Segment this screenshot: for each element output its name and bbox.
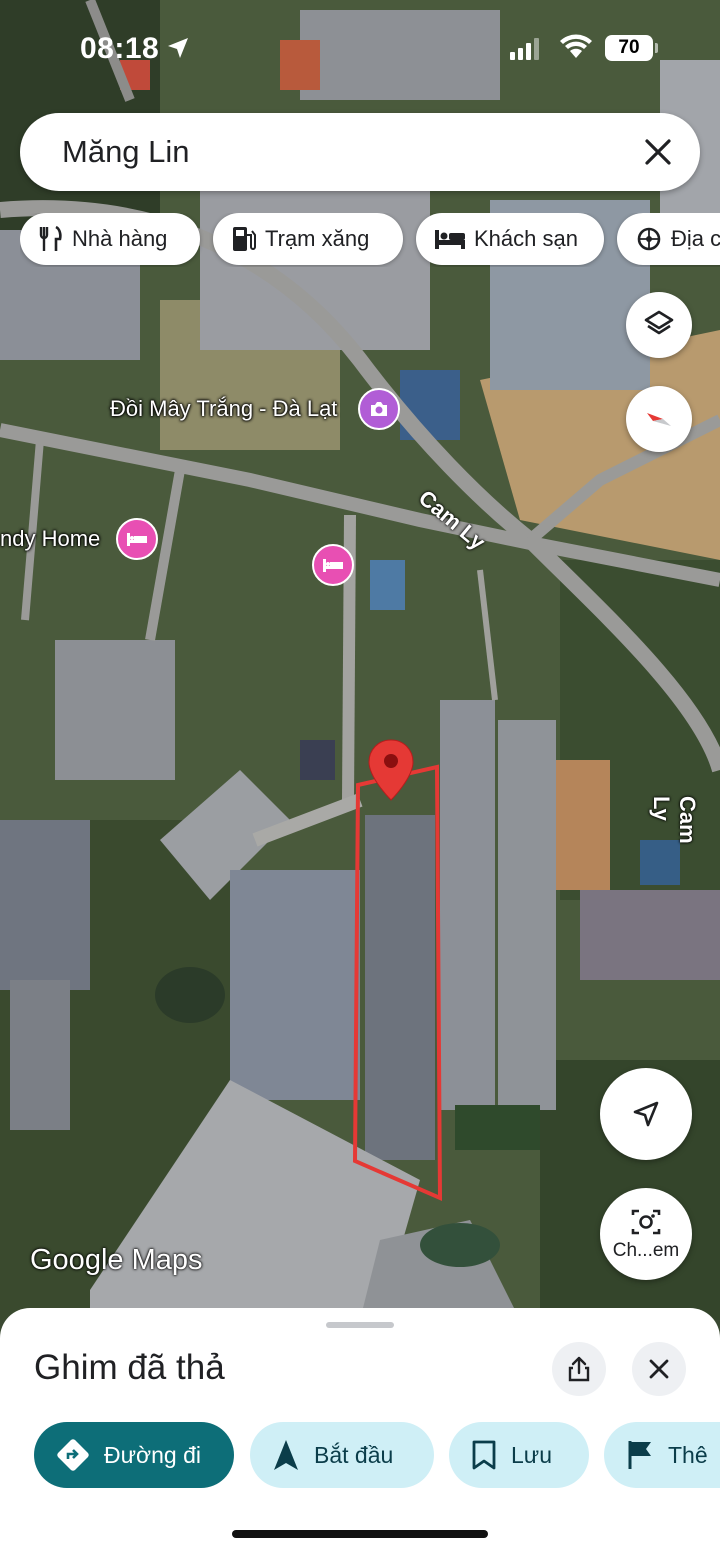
share-button[interactable] bbox=[552, 1342, 606, 1396]
share-icon bbox=[568, 1356, 590, 1382]
street-label-cam-ly-2: Cam Ly bbox=[649, 796, 700, 844]
battery-level: 70 bbox=[605, 35, 653, 61]
poi-label-ndy-home[interactable]: ndy Home bbox=[0, 526, 100, 552]
directions-icon bbox=[57, 1439, 89, 1471]
start-label: Bắt đầu bbox=[314, 1441, 394, 1468]
chip-gas-stations-label: Trạm xăng bbox=[265, 226, 370, 251]
hotel-poi-icon-2[interactable] bbox=[312, 544, 354, 586]
directions-button[interactable]: Đường đi bbox=[34, 1422, 234, 1488]
chip-restaurants-label: Nhà hàng bbox=[72, 226, 168, 251]
chip-hotels[interactable]: Khách sạn bbox=[416, 213, 604, 265]
wifi-icon bbox=[560, 34, 592, 58]
home-indicator[interactable] bbox=[232, 1530, 488, 1538]
battery-tip bbox=[655, 43, 658, 53]
chip-gas-stations[interactable]: Trạm xăng bbox=[213, 213, 403, 265]
navigation-arrow-icon bbox=[633, 1101, 659, 1127]
place-title: Ghim đã thả bbox=[34, 1348, 225, 1387]
search-bar[interactable]: Măng Lin bbox=[20, 113, 700, 191]
dropped-pin-icon[interactable] bbox=[366, 738, 416, 804]
chip-restaurants[interactable]: Nhà hàng bbox=[20, 213, 200, 265]
google-lens-button[interactable]: Ch...em bbox=[600, 1188, 692, 1280]
bed-icon bbox=[435, 230, 465, 249]
attraction-icon bbox=[637, 227, 661, 251]
google-maps-watermark: Google Maps bbox=[30, 1244, 203, 1276]
cellular-signal-icon bbox=[510, 38, 539, 60]
lens-label: Ch...em bbox=[612, 1240, 680, 1261]
category-chips: Nhà hàng Trạm xăng Khách sạn Địa c bbox=[20, 213, 720, 267]
bookmark-icon bbox=[472, 1440, 496, 1470]
action-buttons: Đường đi Bắt đầu Lưu Thê bbox=[0, 1422, 720, 1492]
gas-station-icon bbox=[233, 227, 256, 251]
close-sheet-button[interactable] bbox=[632, 1342, 686, 1396]
close-icon bbox=[649, 1359, 669, 1379]
navigation-arrow-icon bbox=[274, 1440, 298, 1470]
save-label: Lưu bbox=[511, 1441, 552, 1468]
directions-label: Đường đi bbox=[104, 1441, 201, 1468]
more-button[interactable]: Thê bbox=[604, 1422, 720, 1488]
chip-attractions[interactable]: Địa c bbox=[617, 213, 720, 265]
chip-hotels-label: Khách sạn bbox=[474, 226, 578, 251]
lens-camera-icon bbox=[631, 1209, 661, 1235]
drag-handle[interactable] bbox=[326, 1322, 394, 1328]
location-arrow-icon bbox=[168, 38, 188, 58]
chip-attractions-label: Địa c bbox=[671, 226, 720, 251]
more-label: Thê bbox=[668, 1441, 708, 1468]
status-time: 08:18 bbox=[80, 32, 160, 65]
save-button[interactable]: Lưu bbox=[449, 1422, 589, 1488]
compass-button[interactable] bbox=[626, 386, 692, 452]
search-query[interactable]: Măng Lin bbox=[62, 134, 190, 170]
bottom-sheet[interactable]: Ghim đã thả Đường đi Bắt đầu Lưu Thê bbox=[0, 1308, 720, 1560]
fork-knife-icon bbox=[39, 225, 62, 251]
close-icon[interactable] bbox=[644, 138, 672, 166]
hotel-poi-icon[interactable] bbox=[116, 518, 158, 560]
flag-icon bbox=[628, 1441, 651, 1469]
start-button[interactable]: Bắt đầu bbox=[250, 1422, 434, 1488]
poi-label-doi-may-trang[interactable]: Đồi Mây Trắng - Đà Lạt bbox=[110, 396, 337, 422]
my-location-button[interactable] bbox=[600, 1068, 692, 1160]
camera-poi-icon[interactable] bbox=[358, 388, 400, 430]
status-bar: 08:18 70 bbox=[0, 0, 720, 100]
layers-button[interactable] bbox=[626, 292, 692, 358]
compass-icon bbox=[647, 413, 671, 426]
layers-icon bbox=[644, 310, 674, 335]
